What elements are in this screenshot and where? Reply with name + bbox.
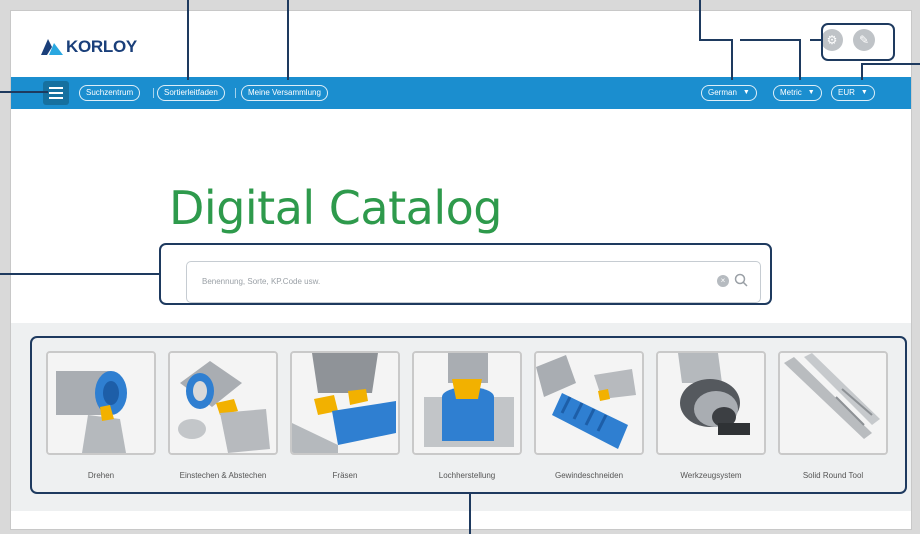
callout-lines [0,0,920,534]
